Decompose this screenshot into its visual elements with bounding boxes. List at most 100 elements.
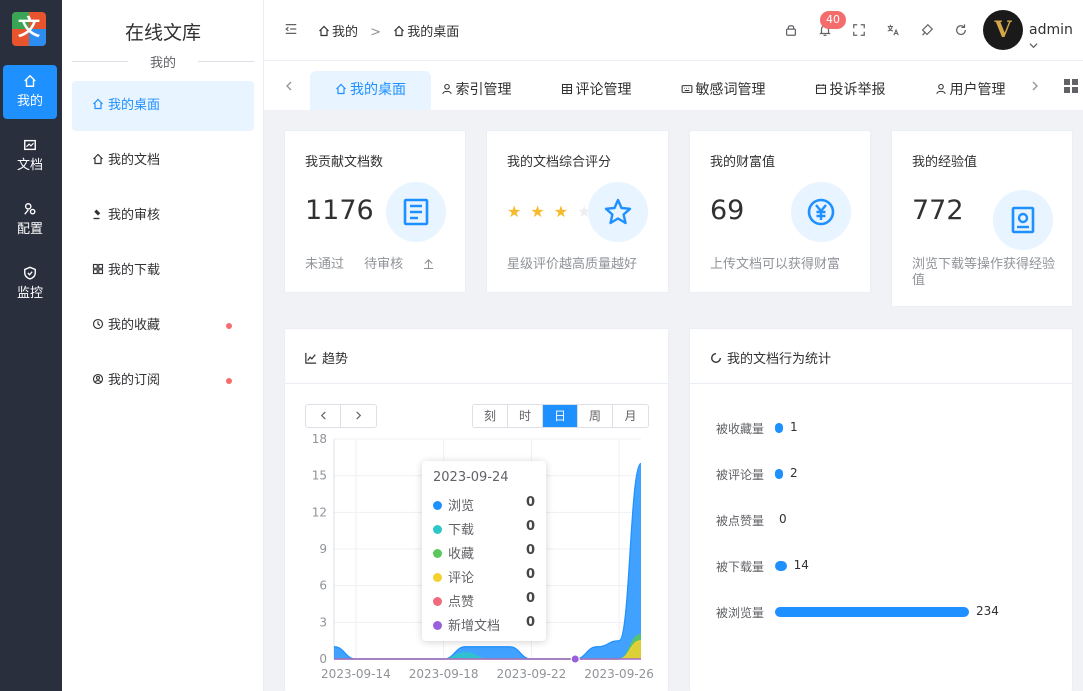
menu-item-my-review[interactable]: 我的审核 <box>72 191 254 241</box>
menu-group-label: 我的 <box>72 52 254 71</box>
tooltip-series-name: 下载 <box>448 523 475 538</box>
series-color-dot <box>433 597 442 606</box>
behavior-bar <box>775 423 783 433</box>
menu-item-my-docs[interactable]: 我的文档 <box>72 136 254 186</box>
line-chart-icon <box>305 352 317 364</box>
behavior-label: 被点赞量 <box>716 514 765 528</box>
granularity-option[interactable]: 时 <box>508 405 543 427</box>
tab-bar: 我的桌面 索引管理 评论管理 敏感词管理 投诉举报 用户管理 <box>264 61 1083 110</box>
stat-card-experience: 我的经验值 772 浏览下载等操作获得经验值 <box>891 130 1073 307</box>
granularity-option[interactable]: 周 <box>578 405 613 427</box>
grid-icon <box>92 263 104 275</box>
tab-sensitive-words[interactable]: 敏感词管理 <box>676 71 770 110</box>
behavior-value: 14 <box>793 558 809 572</box>
tab-user-management[interactable]: 用户管理 <box>930 71 1010 110</box>
granularity-option[interactable]: 月 <box>613 405 648 427</box>
granularity-option[interactable]: 刻 <box>473 405 508 427</box>
secondary-menu: 在线文库 我的 我的桌面 我的文档 我的审核 我的下载 我的收藏 我的订阅 <box>62 0 264 691</box>
stat-value: 772 <box>912 195 964 226</box>
menu-item-my-subscriptions[interactable]: 我的订阅 <box>72 356 254 406</box>
chevron-right-icon <box>356 411 362 420</box>
breadcrumb-item[interactable]: 我的 <box>332 25 358 40</box>
home-icon <box>394 25 405 37</box>
behavior-value: 234 <box>976 604 999 618</box>
subscribe-icon <box>92 373 104 385</box>
next-button[interactable] <box>341 405 376 427</box>
x-tick-label: 2023-09-26 <box>584 667 654 681</box>
home-icon <box>93 153 103 165</box>
tab-complaints[interactable]: 投诉举报 <box>810 71 890 110</box>
tab-comment-management[interactable]: 评论管理 <box>556 71 636 110</box>
yen-icon <box>807 198 835 226</box>
link-pending-review[interactable]: 待审核 <box>364 257 403 272</box>
rail-item-mine[interactable]: 我的 <box>3 65 57 119</box>
series-color-dot <box>433 525 442 534</box>
tab-scroll-left-icon[interactable] <box>284 81 294 91</box>
star-icon <box>604 198 632 225</box>
left-rail: 文 我的 文档 配置 监控 <box>0 0 62 691</box>
y-tick-label: 6 <box>319 579 327 593</box>
tooltip-series-name: 点赞 <box>448 595 475 610</box>
x-tick-label: 2023-09-18 <box>409 667 479 681</box>
tab-desktop[interactable]: 我的桌面 <box>310 71 431 110</box>
menu-item-my-downloads[interactable]: 我的下载 <box>72 246 254 296</box>
tooltip-series-name: 评论 <box>448 571 475 586</box>
prev-button[interactable] <box>306 405 341 427</box>
tooltip-series-value: 0 <box>525 591 535 606</box>
file-text-icon <box>403 198 429 226</box>
menu-item-desktop[interactable]: 我的桌面 <box>72 81 254 131</box>
config-icon <box>24 203 36 215</box>
tooltip-row: 浏览 0 <box>433 495 535 514</box>
y-tick-label: 15 <box>312 469 327 483</box>
tab-menu-grid-icon[interactable] <box>1064 79 1078 93</box>
behavior-value: 1 <box>790 420 798 434</box>
tab-scroll-right-icon[interactable] <box>1030 81 1040 91</box>
y-tick-label: 9 <box>319 542 327 556</box>
behavior-label: 被评论量 <box>716 468 765 482</box>
stat-value: 69 <box>710 195 745 226</box>
menu-item-my-favorites[interactable]: 我的收藏 <box>72 301 254 351</box>
tooltip-row: 新增文档 0 <box>433 615 535 634</box>
y-tick-label: 18 <box>312 432 327 446</box>
user-menu[interactable]: admin <box>1029 22 1083 54</box>
tooltip-series-name: 收藏 <box>448 547 475 562</box>
tooltip-row: 点赞 0 <box>433 591 535 610</box>
app-logo[interactable]: 文 <box>12 12 46 46</box>
rail-item-docs[interactable]: 文档 <box>3 129 57 183</box>
tooltip-row: 下载 0 <box>433 519 535 538</box>
table-icon <box>561 83 572 95</box>
date-nav <box>305 404 377 428</box>
tooltip-series-value: 0 <box>525 543 535 558</box>
top-header: 我的 > 我的桌面 40 V admin <box>264 0 1083 61</box>
granularity-selector: 刻时日周月 <box>472 404 649 428</box>
user-icon <box>441 83 452 95</box>
y-tick-label: 3 <box>319 615 327 629</box>
link-not-passed[interactable]: 未通过 <box>305 257 344 272</box>
trend-panel: 趋势 刻时日周月 0 3 6 9 12 15 18 2023-09-14 2023-09-18 2… <box>284 328 669 691</box>
refresh-icon[interactable] <box>954 23 968 37</box>
rail-item-monitor[interactable]: 监控 <box>3 257 57 311</box>
arrow-up-icon[interactable] <box>423 258 434 270</box>
translate-icon[interactable] <box>886 23 900 37</box>
stat-card-wealth: 我的财富值 69 上传文档可以获得财富 <box>689 130 871 293</box>
behavior-value: 0 <box>779 512 787 526</box>
fullscreen-icon[interactable] <box>852 23 866 37</box>
lock-icon[interactable] <box>784 23 798 37</box>
x-tick-label: 2023-09-14 <box>321 667 391 681</box>
collapse-menu-icon[interactable] <box>284 22 298 36</box>
rating-star: ★ <box>553 202 569 221</box>
clock-icon <box>92 318 104 330</box>
behavior-label: 被收藏量 <box>716 422 765 436</box>
y-tick-label: 0 <box>319 652 327 666</box>
series-color-dot <box>433 549 442 558</box>
granularity-option[interactable]: 日 <box>543 405 578 427</box>
tab-index-management[interactable]: 索引管理 <box>436 71 516 110</box>
home-icon <box>93 98 103 110</box>
behavior-value: 2 <box>790 466 798 480</box>
theme-brush-icon[interactable] <box>920 23 934 37</box>
tooltip-series-value: 0 <box>525 519 535 534</box>
behavior-bar <box>775 561 787 571</box>
avatar[interactable]: V <box>983 10 1023 50</box>
tooltip-series-value: 0 <box>525 495 535 510</box>
rail-item-config[interactable]: 配置 <box>3 193 57 247</box>
